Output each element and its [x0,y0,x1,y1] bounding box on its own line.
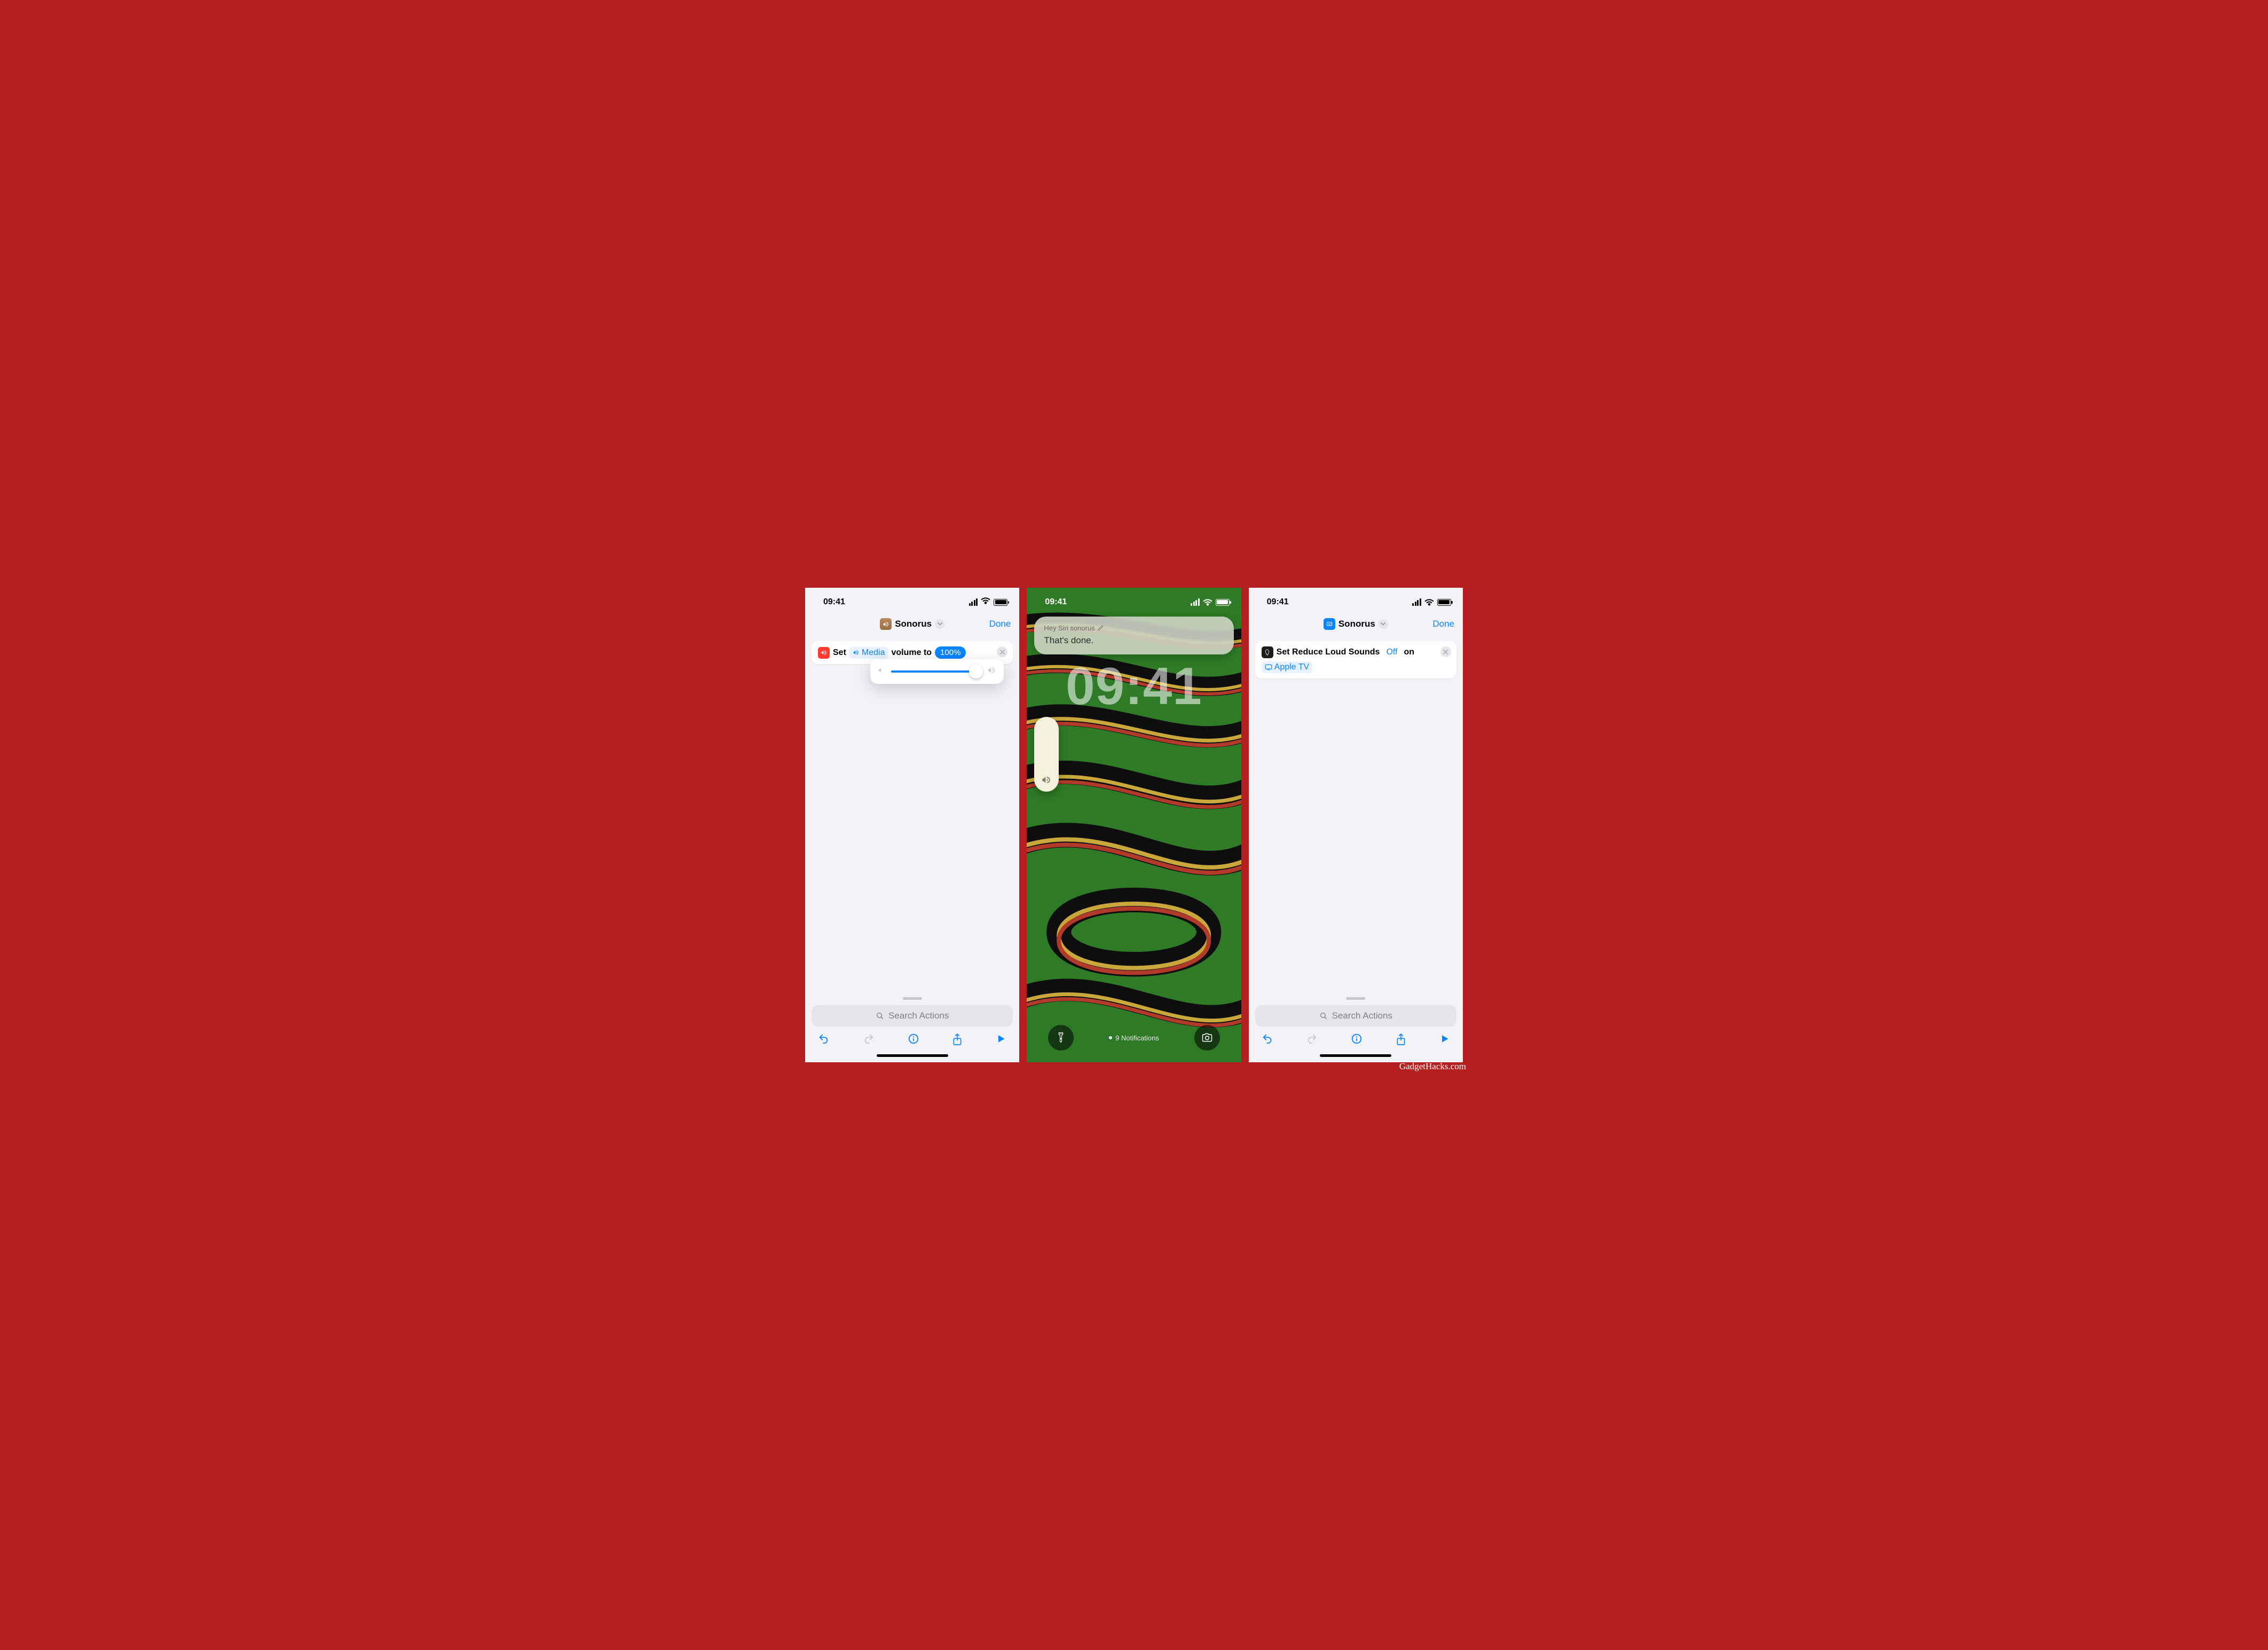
search-icon [876,1012,884,1020]
volume-hud [1034,717,1059,792]
volume-value-token[interactable]: 100% [935,646,966,659]
wifi-icon [1203,599,1212,606]
speaker-icon [1041,775,1052,785]
off-token[interactable]: Off [1383,646,1400,658]
notifications-text: 9 Notifications [1115,1034,1159,1042]
search-placeholder: Search Actions [888,1010,949,1021]
speaker-low-icon [878,666,886,677]
status-time: 09:41 [1267,597,1289,607]
home-indicator[interactable] [877,1054,948,1057]
siri-response-text: That's done. [1044,635,1224,646]
action-app-icon [818,647,830,659]
cellular-icon [969,598,978,606]
grabber[interactable] [903,997,922,1000]
volume-slider-popover[interactable] [870,659,1004,684]
search-placeholder: Search Actions [1332,1010,1392,1021]
three-phone-canvas: 09:41 Sonorus Done [790,575,1478,1075]
battery-icon [994,599,1007,606]
status-time: 09:41 [823,597,845,607]
grabber[interactable] [1346,997,1365,1000]
undo-button[interactable] [818,1033,830,1049]
bottom-area: Search Actions [805,997,1019,1062]
search-actions-field[interactable]: Search Actions [1255,1005,1456,1027]
status-time: 09:41 [1045,597,1067,607]
battery-icon [1437,599,1451,606]
shortcut-title: Sonorus [1338,619,1375,629]
title-chevron-icon[interactable] [935,619,944,629]
home-indicator[interactable] [1320,1054,1391,1057]
action-text-set: Set [833,648,846,658]
shortcut-icon [1324,618,1335,630]
battery-icon [1216,599,1230,606]
wifi-icon [981,597,990,607]
search-icon [1319,1012,1328,1020]
status-bar: 09:41 [1027,588,1241,612]
action-text-b: on [1404,648,1415,657]
phone-left-shortcuts: 09:41 Sonorus Done [805,588,1019,1062]
siri-response-card[interactable]: Hey Siri sonorus That's done. [1034,617,1233,654]
share-button[interactable] [952,1033,963,1049]
bottom-area: Search Actions [1249,997,1463,1062]
media-token[interactable]: Media [849,647,888,659]
action-delete-button[interactable] [1440,646,1451,657]
flashlight-button[interactable] [1048,1025,1074,1051]
siri-request-text: Hey Siri sonorus [1044,624,1094,632]
nav-bar: Sonorus Done [1249,612,1463,636]
speaker-high-icon [987,666,996,677]
wifi-icon [1424,599,1434,606]
cellular-icon [1412,598,1421,606]
volume-slider-thumb[interactable] [969,665,983,678]
media-token-label: Media [862,648,885,658]
editor-toolbar [1255,1027,1456,1050]
lockscreen-time: 09:41 [1027,656,1241,716]
cellular-icon [1191,598,1200,606]
phone-right-shortcuts: 09:41 Sonorus Done [1249,588,1463,1062]
info-button[interactable] [1351,1033,1363,1049]
info-button[interactable] [908,1033,919,1049]
notifications-indicator[interactable]: 9 Notifications [1109,1034,1159,1042]
search-actions-field[interactable]: Search Actions [812,1005,1013,1027]
title-chevron-icon[interactable] [1379,619,1388,629]
editor-toolbar [812,1027,1013,1050]
run-button[interactable] [996,1033,1006,1049]
run-button[interactable] [1439,1033,1450,1049]
redo-button[interactable] [863,1033,875,1049]
shortcut-icon [880,618,892,630]
camera-button[interactable] [1194,1025,1220,1051]
status-bar: 09:41 [805,588,1019,612]
action-card-reduce-loud-sounds[interactable]: Set Reduce Loud Sounds Off on Apple TV [1255,641,1456,678]
tv-icon [1265,664,1272,670]
shortcut-title: Sonorus [895,619,932,629]
dot-icon [1109,1036,1112,1039]
apple-tv-label: Apple TV [1274,662,1310,672]
nav-bar: Sonorus Done [805,612,1019,636]
undo-button[interactable] [1262,1033,1273,1049]
image-attribution: GadgetHacks.com [1399,1061,1466,1072]
phone-middle-lockscreen: 09:41 Hey Siri sonorus That's done. 09:4… [1027,588,1241,1062]
action-text-a: Set Reduce Loud Sounds [1277,648,1380,657]
status-bar: 09:41 [1249,588,1463,612]
redo-button[interactable] [1306,1033,1318,1049]
edit-request-icon[interactable] [1098,625,1104,631]
volume-slider-track[interactable] [891,670,982,673]
share-button[interactable] [1396,1033,1406,1049]
action-text-volumeto: volume to [891,648,932,658]
action-app-icon [1262,646,1273,658]
apple-tv-token[interactable]: Apple TV [1262,661,1313,673]
